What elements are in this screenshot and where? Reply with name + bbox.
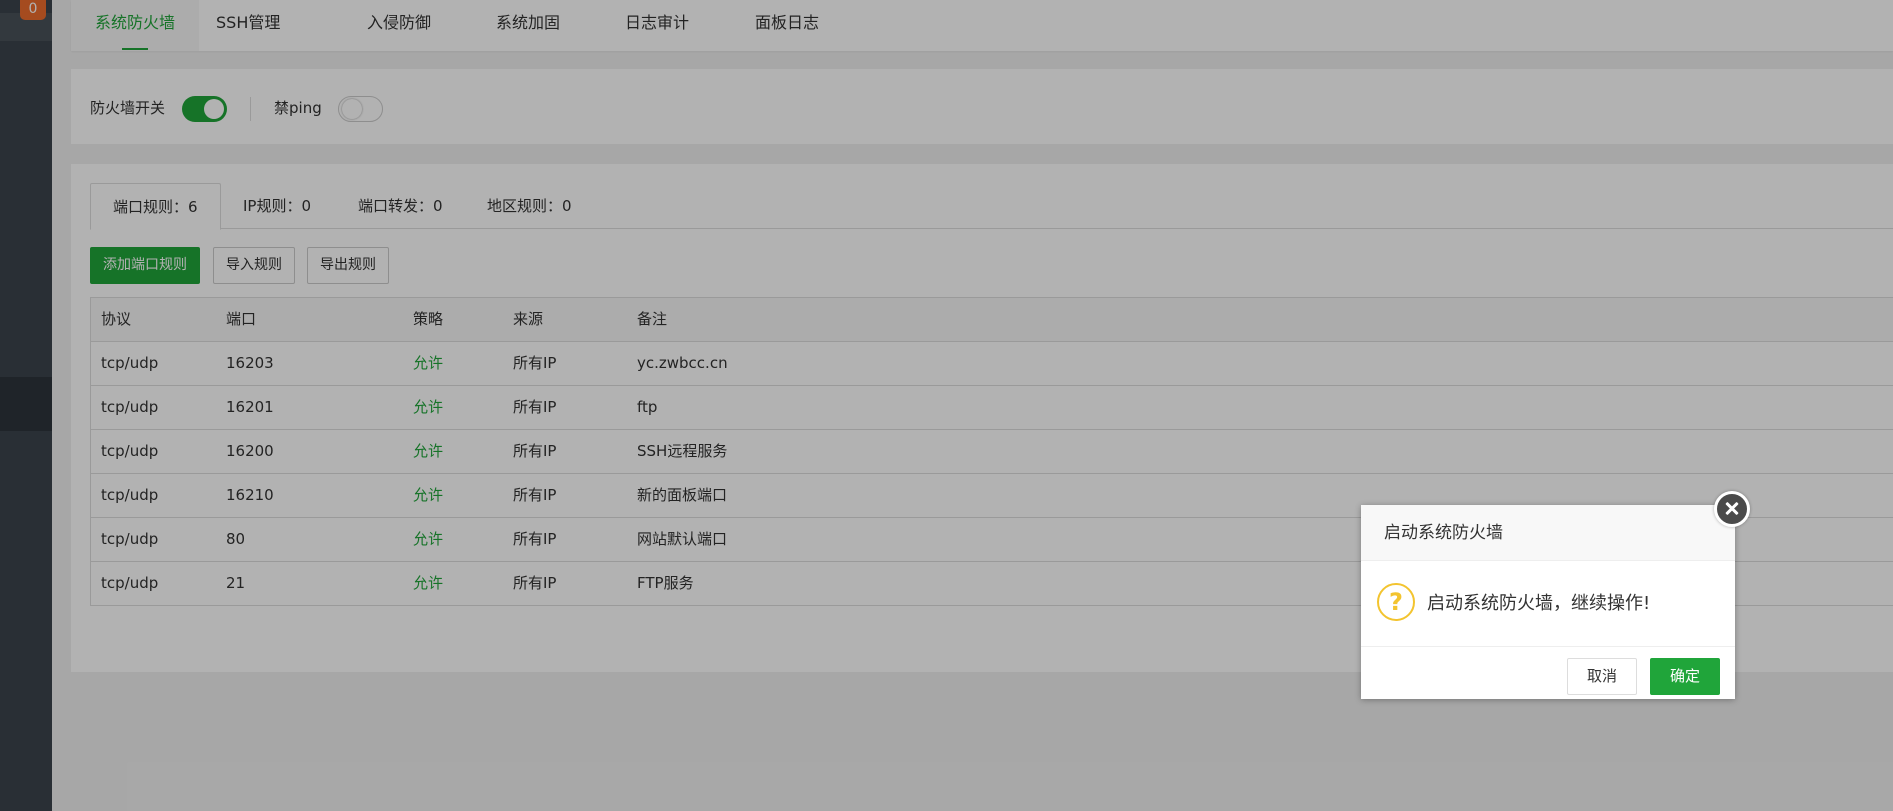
dialog-body: ? 启动系统防火墙，继续操作! bbox=[1361, 561, 1735, 646]
confirm-button[interactable]: 确定 bbox=[1650, 658, 1721, 695]
confirm-dialog: 启动系统防火墙 ? 启动系统防火墙，继续操作! 取消 确定 bbox=[1361, 505, 1735, 699]
close-icon[interactable] bbox=[1714, 491, 1750, 527]
dialog-title: 启动系统防火墙 bbox=[1361, 505, 1735, 561]
cancel-button[interactable]: 取消 bbox=[1567, 658, 1638, 695]
dialog-footer: 取消 确定 bbox=[1361, 646, 1735, 699]
dialog-message: 启动系统防火墙，继续操作! bbox=[1427, 593, 1651, 614]
question-icon: ? bbox=[1377, 583, 1415, 621]
